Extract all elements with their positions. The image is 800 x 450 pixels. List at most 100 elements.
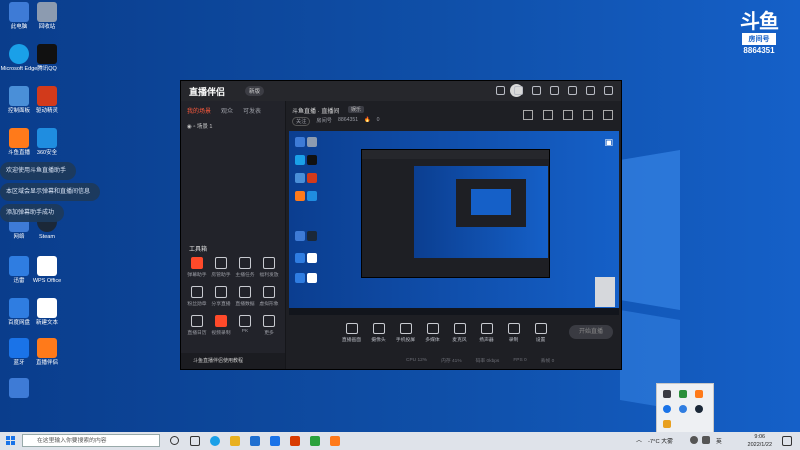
desktop-icon[interactable]: 回收站 xyxy=(28,2,66,31)
version-badge[interactable]: 新版 xyxy=(245,86,265,96)
desktop-icon[interactable]: 蓝牙 xyxy=(0,338,38,367)
mail-icon[interactable] xyxy=(270,436,280,446)
gear-icon[interactable] xyxy=(532,86,541,95)
tool-item[interactable]: 主播任务 xyxy=(233,257,257,278)
preview-desktop-icon xyxy=(295,191,305,201)
steam-tray-icon[interactable] xyxy=(695,405,703,413)
tool-item[interactable]: PK xyxy=(233,315,257,336)
security-tray-icon[interactable] xyxy=(679,405,687,413)
tool-item[interactable]: 直播数据 xyxy=(233,286,257,307)
tab-scenes[interactable]: 我的场景 xyxy=(187,106,211,115)
tab-publish[interactable]: 可发表 xyxy=(243,106,261,115)
tutorial-notice[interactable]: 斗鱼直播伴侣使用教程 xyxy=(181,353,285,369)
tool-item[interactable]: 直播日历 xyxy=(185,315,209,336)
edge-icon xyxy=(9,44,29,64)
phone-cast-button[interactable]: 手机投屏 xyxy=(392,323,419,343)
tool-item[interactable]: 分享直播 xyxy=(209,286,233,307)
live-companion-window: 直播伴侣 新版 我的场景 观众 可发表 ◉ ▫ 场景 1 工具箱 弹幕助手 房管… xyxy=(180,80,622,370)
screen-capture-button[interactable]: 直播画面 xyxy=(338,323,365,343)
mini-titlebar xyxy=(362,150,549,159)
start-live-button[interactable]: 开始直播 xyxy=(569,325,613,339)
cortana-icon[interactable] xyxy=(170,436,179,445)
notification-center-icon[interactable] xyxy=(782,436,792,446)
tray-overflow-flyout xyxy=(656,383,714,433)
record-icon xyxy=(215,315,227,327)
desktop-icon[interactable]: 360安全 xyxy=(28,128,66,157)
chevron-up-icon[interactable]: ︿ xyxy=(636,436,646,446)
task-view-icon[interactable] xyxy=(190,436,200,446)
share-icon[interactable] xyxy=(603,110,613,120)
tool-item[interactable]: 虚拟形象 xyxy=(257,286,281,307)
share-icon xyxy=(215,286,227,298)
tab-audience[interactable]: 观众 xyxy=(221,106,233,115)
eye-icon[interactable]: ◉ xyxy=(187,124,192,130)
file-explorer-icon[interactable] xyxy=(230,436,240,446)
notification-pill[interactable]: 添加弹幕助手成功 xyxy=(0,204,65,222)
volume-icon[interactable] xyxy=(702,436,710,444)
desktop-icon[interactable]: 百度网盘 xyxy=(0,298,38,327)
live-preview[interactable]: ▣ xyxy=(289,131,619,315)
security-icon xyxy=(37,128,57,148)
office-icon[interactable] xyxy=(290,436,300,446)
follow-badge[interactable]: 关注 xyxy=(292,117,311,126)
room-title[interactable]: 斗鱼直播 · 直播间 xyxy=(292,106,339,115)
douyu-logo: ▣ xyxy=(604,137,613,147)
tool-item[interactable]: 视频录制 xyxy=(209,315,233,336)
close-icon[interactable] xyxy=(604,86,613,95)
settings-button[interactable]: 设置 xyxy=(527,323,554,343)
desktop-icon[interactable]: 腾讯QQ xyxy=(28,44,66,73)
tray-app-icon[interactable] xyxy=(679,390,687,398)
tool-item[interactable]: 福利发放 xyxy=(257,257,281,278)
image-icon[interactable] xyxy=(563,110,573,120)
message-icon[interactable] xyxy=(496,86,505,95)
tray-app-icon[interactable] xyxy=(663,420,671,428)
windows-start-icon[interactable] xyxy=(6,436,16,446)
preview-desktop-icon xyxy=(295,137,305,147)
tool-item[interactable]: 房管助手 xyxy=(209,257,233,278)
tool-item[interactable]: 弹幕助手 xyxy=(185,257,209,278)
douyu-tray-icon[interactable] xyxy=(695,390,703,398)
notification-pill[interactable]: 本区域会显示弹幕和直播间信息 xyxy=(0,183,101,201)
tool-item[interactable]: 更多 xyxy=(257,315,281,336)
desktop-icon[interactable]: 迅雷 xyxy=(0,256,38,285)
record-button[interactable]: 录制 xyxy=(500,323,527,343)
desktop-icon[interactable] xyxy=(0,378,38,400)
store-icon[interactable] xyxy=(250,436,260,446)
bluetooth-icon xyxy=(9,338,29,358)
document-icon xyxy=(37,256,57,276)
microphone-button[interactable]: 麦克风 xyxy=(446,323,473,343)
taskbar-search-input[interactable]: 在这里输入你要搜索的内容 xyxy=(22,434,160,447)
gift-icon[interactable] xyxy=(523,110,533,120)
computer-icon xyxy=(9,2,29,22)
tray-app-icon[interactable] xyxy=(663,390,671,398)
camera-button[interactable]: 摄像头 xyxy=(365,323,392,343)
douyu-icon xyxy=(9,128,29,148)
window-titlebar[interactable]: 直播伴侣 新版 xyxy=(181,81,621,101)
minimize-icon[interactable] xyxy=(568,86,577,95)
system-clock[interactable]: 9:06 2022/1/22 xyxy=(748,433,772,449)
edge-icon[interactable] xyxy=(210,436,220,446)
maximize-icon[interactable] xyxy=(586,86,595,95)
lock-icon[interactable] xyxy=(543,110,553,120)
douyu-taskbar-icon[interactable] xyxy=(330,436,340,446)
notification-pill[interactable]: 欢迎使用斗鱼直播助手 xyxy=(0,162,77,180)
status-item: 码率 0kbps xyxy=(475,358,500,364)
weather[interactable]: -7°C 大雾 xyxy=(648,436,673,445)
speaker-button[interactable]: 扬声器 xyxy=(473,323,500,343)
network-icon[interactable] xyxy=(690,436,698,444)
scene-item[interactable]: ◉ ▫ 场景 1 xyxy=(181,120,285,132)
room-category[interactable]: 娱乐 xyxy=(348,106,365,113)
lock-icon[interactable]: ▫ xyxy=(193,124,195,130)
gift-icon xyxy=(263,257,275,269)
media-button[interactable]: 多媒体 xyxy=(419,323,446,343)
room-info: 关注 房间号 8864351 🔥 0 xyxy=(292,117,380,126)
wechat-icon[interactable] xyxy=(310,436,320,446)
input-language[interactable]: 英 xyxy=(716,436,722,445)
tool-item[interactable]: 粉丝勋章 xyxy=(185,286,209,307)
skin-icon[interactable] xyxy=(514,86,523,95)
desktop-icon[interactable]: 驱动精灵 xyxy=(28,86,66,115)
menu-icon[interactable] xyxy=(550,86,559,95)
bell-icon[interactable] xyxy=(583,110,593,120)
app-logo: 直播伴侣 xyxy=(189,87,226,97)
network-tray-icon[interactable] xyxy=(663,405,671,413)
